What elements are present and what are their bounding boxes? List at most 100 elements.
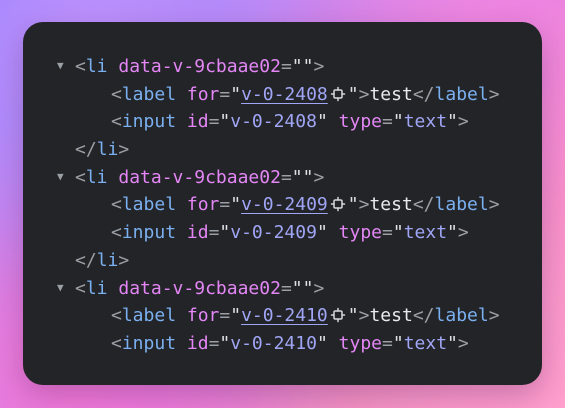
quote-open: " bbox=[230, 83, 242, 105]
quote-close: " bbox=[447, 222, 458, 244]
quote-open: " bbox=[291, 277, 303, 299]
tag-bracket-close: > bbox=[457, 222, 469, 244]
closing-tag-name: label bbox=[434, 83, 489, 105]
tag-name: input bbox=[121, 222, 177, 244]
equals-sign: = bbox=[208, 111, 220, 133]
linked-attribute-value[interactable]: v-0-2409 bbox=[241, 191, 328, 219]
equals-sign: = bbox=[280, 277, 292, 299]
tag-bracket-close: > bbox=[457, 111, 469, 133]
tag-name: input bbox=[121, 111, 177, 133]
equals-sign: = bbox=[280, 166, 292, 188]
attribute-name[interactable]: data-v-9cbaae02 bbox=[118, 164, 281, 192]
tree-row-li-open[interactable]: ▼ < li data-v-9cbaae02 = " " > bbox=[57, 53, 522, 81]
tag-bracket-close: > bbox=[457, 332, 469, 354]
tag-bracket-open: < bbox=[111, 83, 122, 105]
tree-row-input[interactable]: < input id = " v-0-2409 " type = " text … bbox=[57, 219, 522, 247]
tag-bracket-open: < bbox=[111, 111, 122, 133]
attribute-name[interactable]: type bbox=[339, 219, 382, 247]
quote-close: " bbox=[347, 194, 359, 216]
equals-sign: = bbox=[219, 305, 231, 327]
reveal-node-icon[interactable] bbox=[329, 85, 347, 103]
reveal-node-icon[interactable] bbox=[329, 306, 347, 324]
label-text[interactable]: test bbox=[369, 302, 412, 330]
quote-close: " bbox=[447, 332, 458, 354]
linked-attribute-value[interactable]: v-0-2410 bbox=[241, 302, 328, 330]
attribute-value[interactable]: v-0-2409 bbox=[230, 219, 317, 247]
attribute-value[interactable]: v-0-2408 bbox=[230, 108, 317, 136]
closing-tag-close: > bbox=[488, 83, 500, 105]
attribute-name[interactable]: type bbox=[339, 108, 382, 136]
tag-name: label bbox=[121, 305, 177, 327]
attribute-name[interactable]: type bbox=[339, 330, 382, 358]
equals-sign: = bbox=[219, 194, 231, 216]
tag-bracket-close: > bbox=[358, 305, 370, 327]
quote-close: " bbox=[316, 332, 328, 354]
closing-tag-name: li bbox=[96, 139, 119, 161]
disclosure-triangle-icon[interactable]: ▼ bbox=[57, 282, 75, 293]
tag-bracket-open: < bbox=[111, 332, 122, 354]
disclosure-triangle-icon[interactable]: ▼ bbox=[57, 171, 75, 182]
quote-open: " bbox=[392, 111, 404, 133]
tree-row-li-close[interactable]: </ li > bbox=[57, 136, 522, 164]
tag-name: li bbox=[85, 56, 108, 77]
quote-open: " bbox=[392, 332, 404, 354]
attribute-name[interactable]: for bbox=[187, 191, 220, 219]
equals-sign: = bbox=[382, 111, 393, 133]
quote-close: " bbox=[316, 222, 328, 244]
quote-close: " bbox=[316, 111, 328, 133]
quote-open: " bbox=[219, 222, 231, 244]
attribute-name[interactable]: for bbox=[187, 302, 220, 330]
quote-close: " bbox=[347, 305, 359, 327]
linked-attribute-value[interactable]: v-0-2408 bbox=[241, 81, 328, 109]
attribute-name[interactable]: for bbox=[187, 81, 220, 109]
equals-sign: = bbox=[208, 332, 220, 354]
label-text[interactable]: test bbox=[369, 191, 412, 219]
attribute-name[interactable]: data-v-9cbaae02 bbox=[118, 53, 281, 81]
tag-name: label bbox=[121, 83, 177, 105]
tag-bracket-close: > bbox=[358, 83, 370, 105]
quote-close: " bbox=[302, 166, 314, 188]
attribute-name[interactable]: id bbox=[187, 219, 209, 247]
tag-bracket-open: < bbox=[75, 166, 86, 188]
attribute-value[interactable]: v-0-2410 bbox=[230, 330, 317, 358]
tag-bracket-open: < bbox=[111, 222, 122, 244]
attribute-name[interactable]: id bbox=[187, 330, 209, 358]
label-text[interactable]: test bbox=[369, 81, 412, 109]
attribute-value[interactable]: text bbox=[404, 219, 447, 247]
closing-tag-name: label bbox=[434, 305, 489, 327]
tag-name: li bbox=[85, 277, 108, 299]
tag-bracket-close: > bbox=[313, 166, 325, 188]
attribute-name[interactable]: data-v-9cbaae02 bbox=[118, 275, 281, 303]
closing-tag-open: </ bbox=[75, 139, 97, 161]
quote-open: " bbox=[230, 305, 242, 327]
tag-name: label bbox=[121, 194, 177, 216]
tree-row-li-close[interactable]: </ li > bbox=[57, 247, 522, 275]
tag-name: input bbox=[121, 332, 177, 354]
quote-close: " bbox=[347, 83, 359, 105]
attribute-name[interactable]: id bbox=[187, 108, 209, 136]
tag-name: li bbox=[85, 166, 108, 188]
tree-row-input[interactable]: < input id = " v-0-2408 " type = " text … bbox=[57, 108, 522, 136]
closing-tag-close: > bbox=[488, 194, 500, 216]
attribute-value[interactable]: text bbox=[404, 330, 447, 358]
tag-bracket-close: > bbox=[313, 56, 325, 77]
equals-sign: = bbox=[280, 56, 292, 77]
tree-row-li-open[interactable]: ▼ < li data-v-9cbaae02 = " " > bbox=[57, 164, 522, 192]
quote-close: " bbox=[302, 277, 314, 299]
closing-tag-open: </ bbox=[412, 83, 435, 105]
tree-row-li-open[interactable]: ▼ < li data-v-9cbaae02 = " " > bbox=[57, 275, 522, 303]
quote-open: " bbox=[392, 222, 404, 244]
closing-tag-close: > bbox=[118, 139, 130, 161]
quote-open: " bbox=[219, 332, 231, 354]
closing-tag-open: </ bbox=[75, 249, 97, 271]
tag-bracket-open: < bbox=[111, 305, 122, 327]
tree-row-label[interactable]: < label for = " v-0-2410 " > test </ lab… bbox=[57, 302, 522, 330]
tree-row-label[interactable]: < label for = " v-0-2408 " > test </ lab… bbox=[57, 81, 522, 109]
disclosure-triangle-icon[interactable]: ▼ bbox=[57, 60, 75, 71]
tag-bracket-open: < bbox=[75, 277, 86, 299]
tree-row-label[interactable]: < label for = " v-0-2409 " > test </ lab… bbox=[57, 191, 522, 219]
tag-bracket-open: < bbox=[111, 194, 122, 216]
attribute-value[interactable]: text bbox=[404, 108, 447, 136]
tree-row-input[interactable]: < input id = " v-0-2410 " type = " text … bbox=[57, 330, 522, 358]
reveal-node-icon[interactable] bbox=[329, 195, 347, 213]
